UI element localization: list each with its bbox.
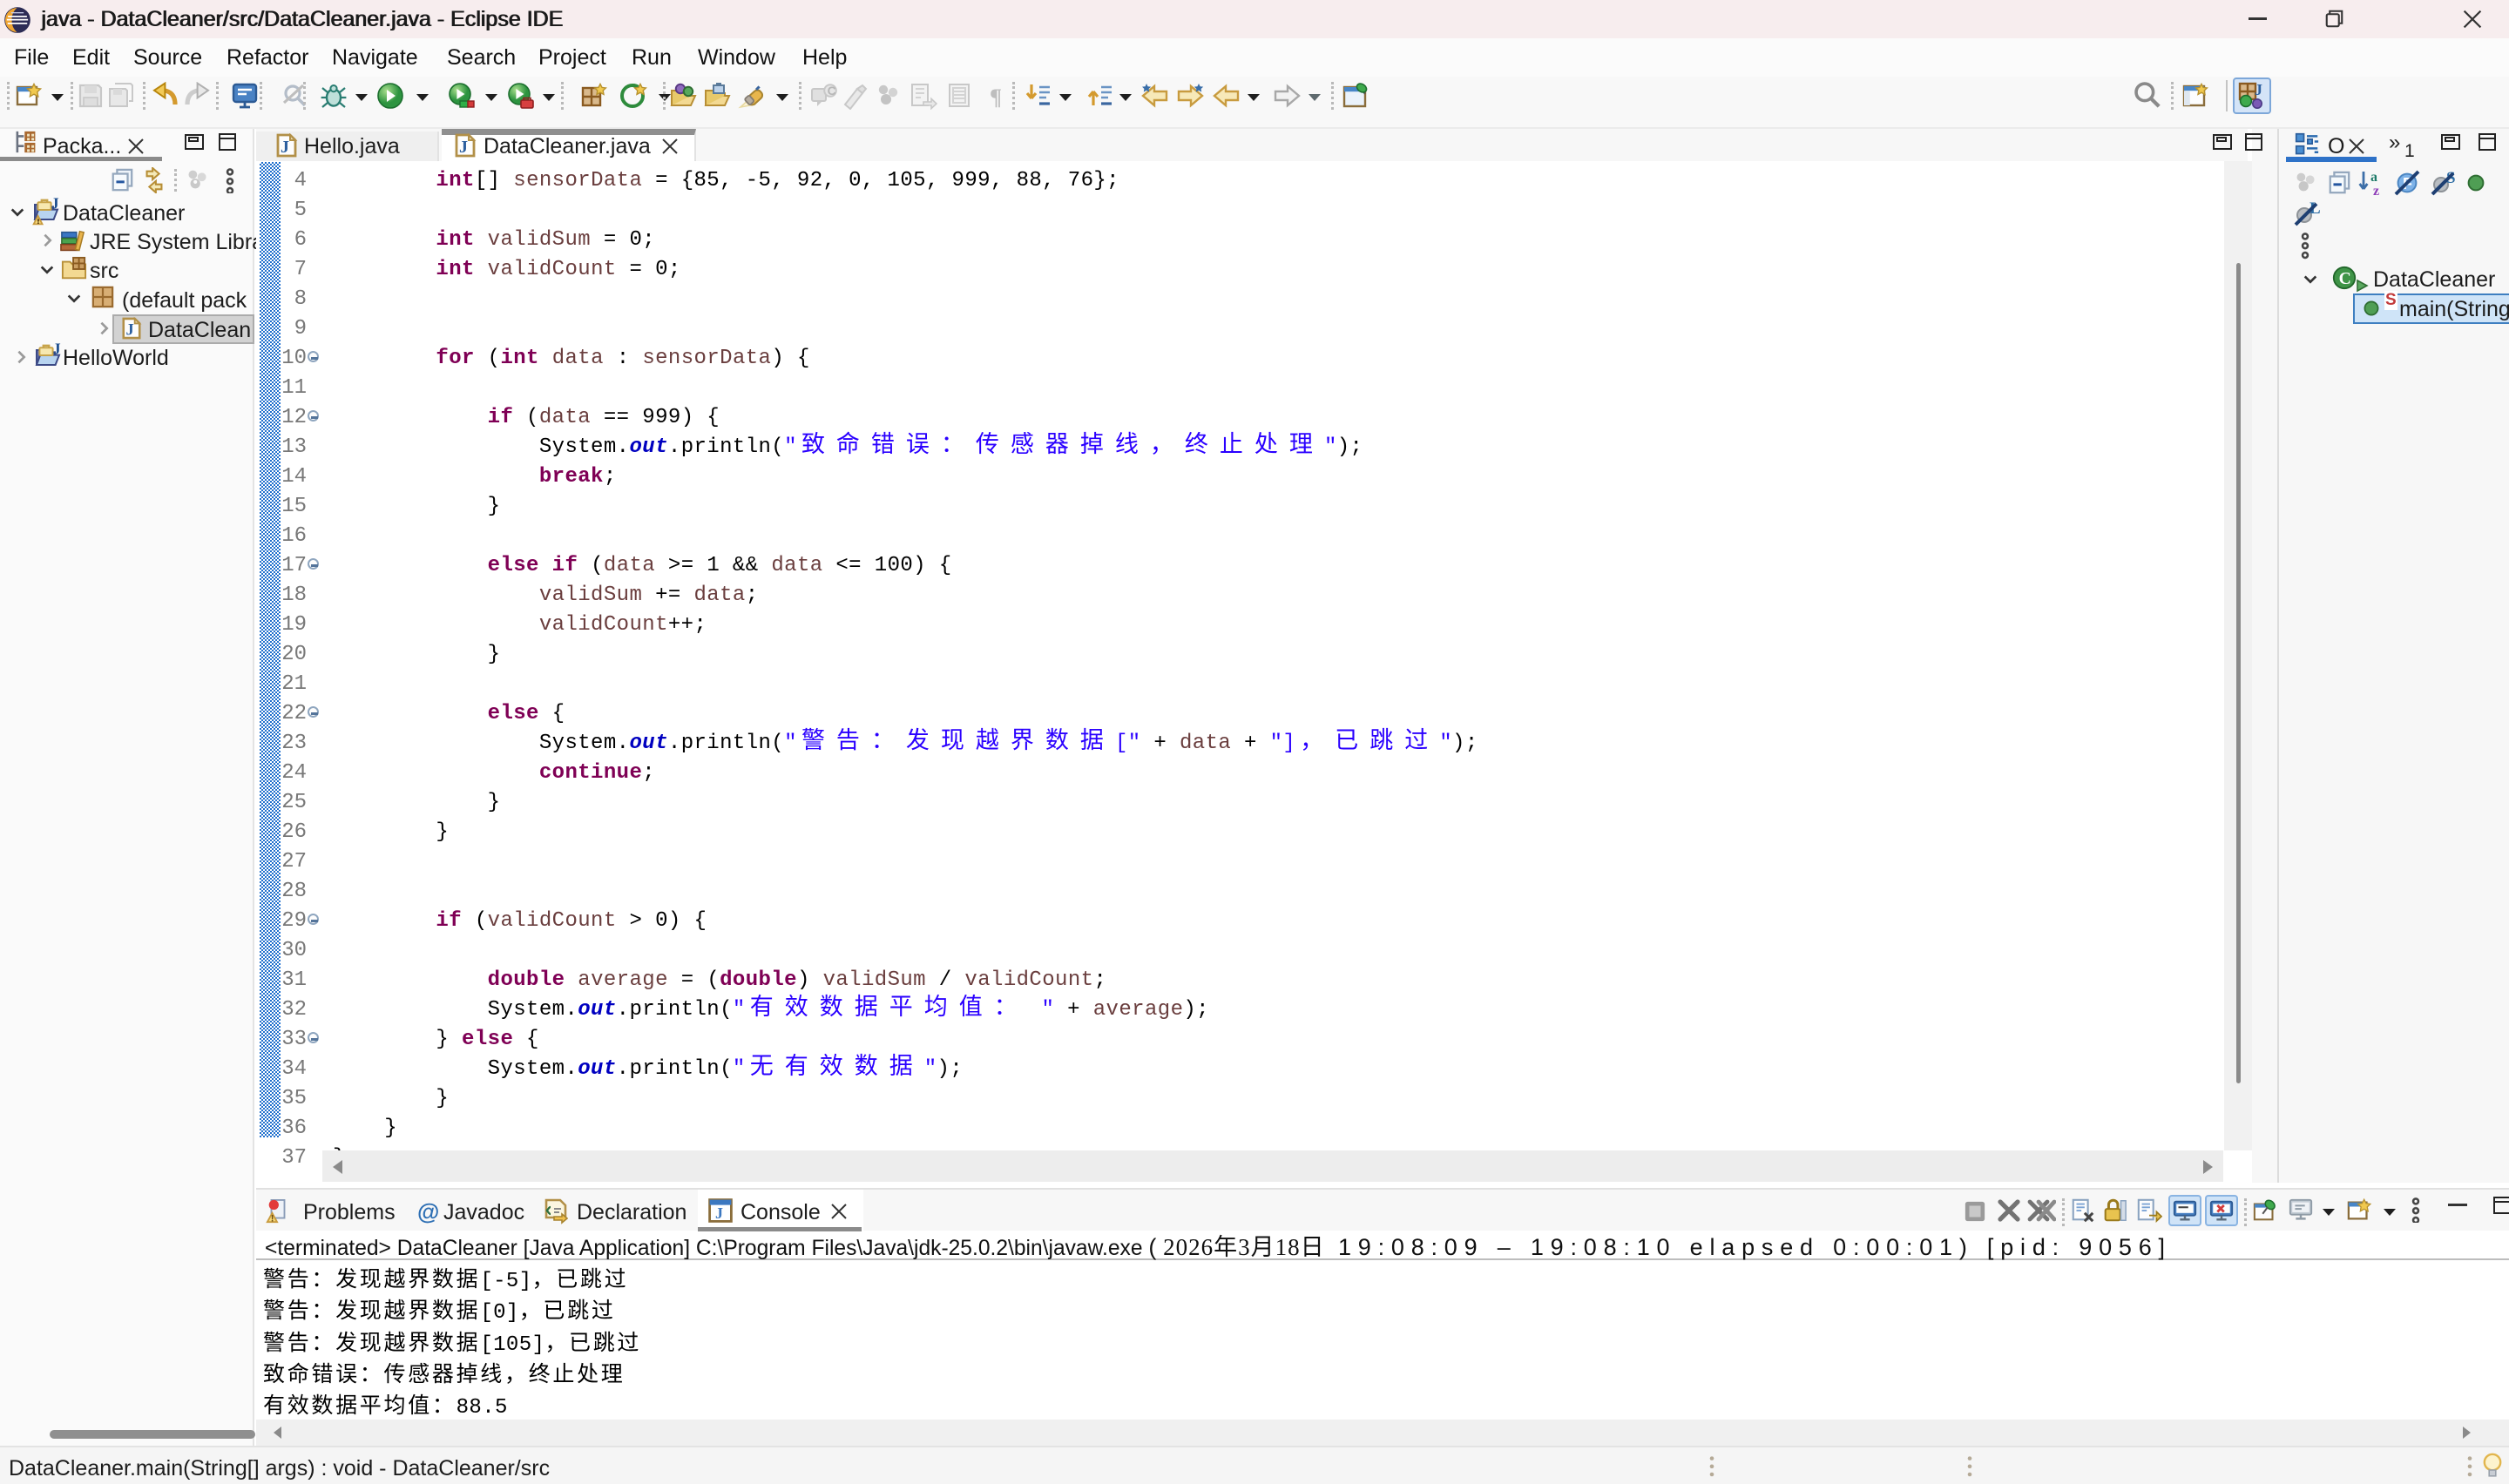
svg-text:J: J bbox=[53, 343, 61, 357]
svg-text:¶: ¶ bbox=[990, 84, 1002, 110]
svg-text:J: J bbox=[2255, 81, 2262, 98]
svg-text:C: C bbox=[2339, 269, 2351, 288]
svg-text:z: z bbox=[2373, 184, 2379, 197]
svg-text:C: C bbox=[828, 84, 836, 98]
svg-text:a: a bbox=[2370, 170, 2377, 185]
svg-text:J: J bbox=[459, 138, 468, 157]
svg-text:J: J bbox=[281, 138, 289, 157]
svg-text:!: ! bbox=[271, 1214, 274, 1224]
svg-text:J: J bbox=[715, 1204, 723, 1222]
svg-text:J: J bbox=[51, 198, 59, 212]
svg-text:J: J bbox=[126, 320, 134, 338]
